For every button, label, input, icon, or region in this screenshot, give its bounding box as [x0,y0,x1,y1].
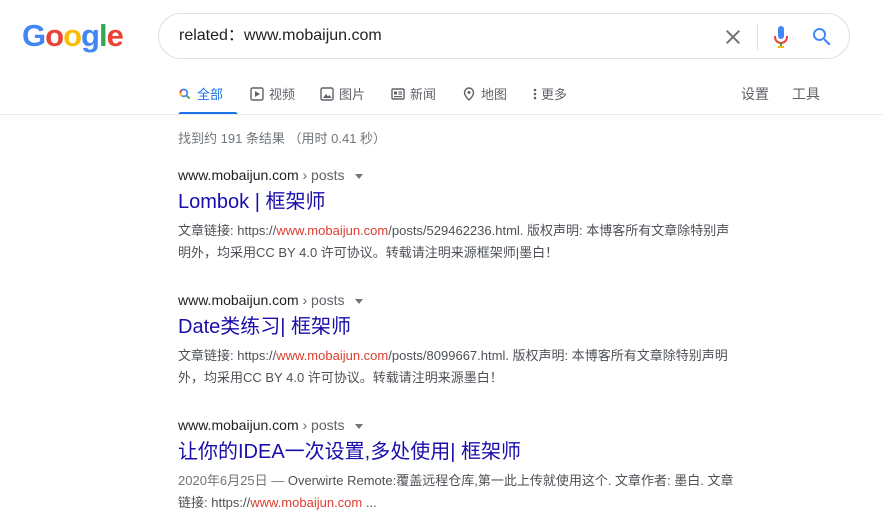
result-site: www.mobaijun.com [178,292,299,308]
search-result: www.mobaijun.com › posts Date类练习| 框架师 文章… [178,289,788,389]
result-title-link[interactable]: Lombok | 框架师 [178,188,788,216]
result-snippet: 文章链接: https://www.mobaijun.com/posts/529… [178,220,788,264]
search-result: www.mobaijun.com › posts Lombok | 框架师 文章… [178,164,788,264]
search-result: www.mobaijun.com › posts 让你的IDEA一次设置,多处使… [178,414,788,514]
tab-images[interactable]: 图片 [320,72,365,115]
tab-label: 视频 [269,87,296,102]
snippet-highlight: www.mobaijun.com [276,223,389,238]
tab-label: 全部 [197,87,224,102]
result-path: › posts [298,417,345,433]
snippet-text: 文章链接: https:// [178,348,277,363]
result-path: › posts [298,167,345,183]
result-breadcrumb[interactable]: www.mobaijun.com › posts [178,414,788,436]
chevron-down-icon[interactable] [354,298,363,304]
tab-news[interactable]: 新闻 [391,72,436,115]
result-breadcrumb[interactable]: www.mobaijun.com › posts [178,289,788,311]
voice-search-button[interactable] [769,24,793,50]
logo-letter: l [98,18,108,53]
more-vert-icon [533,88,537,99]
settings-label: 设置 [741,85,769,102]
clear-button[interactable] [721,25,745,49]
search-icon [179,87,191,99]
tab-more[interactable]: 更多 [532,72,567,115]
header-divider [0,114,883,115]
snippet-text: 链接: https:// [178,495,251,510]
snippet-text: ... [362,495,377,510]
video-icon [250,86,264,101]
tab-label: 更多 [541,87,568,102]
snippet-highlight: www.mobaijun.com [250,495,363,510]
mic-icon [774,26,788,48]
tab-label: 地图 [481,87,508,102]
snippet-text: 明外，均采用CC BY 4.0 许可协议。转载请注明来源框架师|墨白！ [178,245,559,260]
tab-label: 图片 [339,87,366,102]
result-path: › posts [298,292,345,308]
chevron-down-icon[interactable] [354,173,363,179]
logo-letter: G [22,18,46,53]
snippet-text: 外，均采用CC BY 4.0 许可协议。转载请注明来源墨白！ [178,370,503,385]
logo-letter: g [81,18,100,53]
search-box [158,13,850,59]
search-input[interactable] [179,14,699,58]
result-site: www.mobaijun.com [178,417,299,433]
search-button[interactable] [810,25,834,49]
image-icon [320,86,334,101]
close-icon [726,30,740,44]
logo-letter: o [63,18,82,53]
result-date: 2020年6月25日 — [178,473,288,488]
news-icon [391,87,405,100]
search-icon [813,28,831,46]
tab-label: 新闻 [410,87,437,102]
snippet-text: Overwirte Remote:覆盖远程仓库,第一此上传就使用这个. 文章作者… [287,473,734,488]
snippet-highlight: www.mobaijun.com [276,348,389,363]
logo-letter: e [106,18,124,53]
tab-maps[interactable]: 地图 [462,72,507,115]
result-snippet: 2020年6月25日 — Overwirte Remote:覆盖远程仓库,第一此… [178,470,788,514]
google-logo[interactable]: Google [22,18,124,54]
snippet-text: /posts/8099667.html. 版权声明: 本博客所有文章除特别声明 [388,348,728,363]
result-breadcrumb[interactable]: www.mobaijun.com › posts [178,164,788,186]
tools-link[interactable]: 工具 [792,72,820,115]
result-stats: 找到约 191 条结果 （用时 0.41 秒） [178,131,387,146]
result-snippet: 文章链接: https://www.mobaijun.com/posts/809… [178,345,788,389]
tools-label: 工具 [792,85,820,102]
settings-link[interactable]: 设置 [741,72,769,115]
map-pin-icon [463,86,475,101]
chevron-down-icon[interactable] [354,423,363,429]
tab-videos[interactable]: 视频 [250,72,295,115]
logo-letter: o [45,18,64,53]
result-site: www.mobaijun.com [178,167,299,183]
result-title-link[interactable]: Date类练习| 框架师 [178,313,788,341]
search-divider [757,24,758,50]
result-title-link[interactable]: 让你的IDEA一次设置,多处使用| 框架师 [178,438,788,466]
snippet-text: 文章链接: https:// [178,223,277,238]
snippet-text: /posts/529462236.html. 版权声明: 本博客所有文章除特别声 [388,223,730,238]
tab-all[interactable]: 全部 [178,72,238,115]
